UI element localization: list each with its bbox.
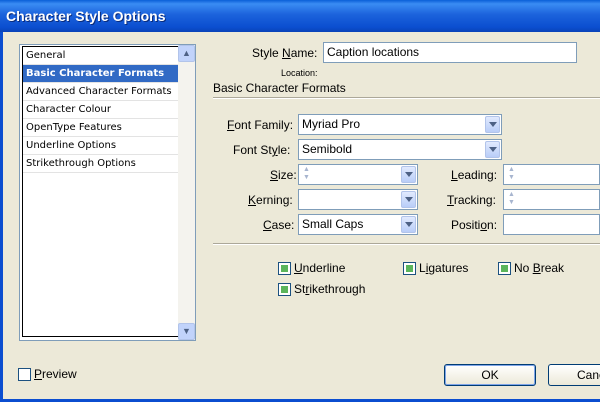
- case-label: Case:: [263, 218, 295, 232]
- style-name-input[interactable]: Caption locations: [323, 42, 577, 63]
- section-title: Basic Character Formats: [213, 81, 346, 95]
- font-style-label: Font Style:: [233, 143, 291, 157]
- stepper-down-icon: ▼: [508, 174, 515, 181]
- size-combobox[interactable]: ▲ ▼: [298, 164, 418, 185]
- location-label: Location:: [281, 68, 318, 78]
- style-name-label: Style Name:: [252, 46, 318, 60]
- tracking-combobox[interactable]: ▲ ▼: [503, 189, 600, 210]
- ok-button[interactable]: OK: [444, 364, 536, 386]
- underline-checkbox[interactable]: Underline: [278, 261, 358, 276]
- title-bar[interactable]: Character Style Options: [0, 0, 600, 32]
- chevron-down-icon[interactable]: [401, 191, 416, 208]
- category-list-scrollbar[interactable]: ▲ ▼: [178, 45, 195, 340]
- underline-label: Underline: [294, 261, 346, 275]
- category-item-general[interactable]: General: [23, 47, 178, 65]
- checkbox-box[interactable]: [278, 283, 291, 296]
- section-divider-top: [213, 97, 600, 99]
- scroll-down-button[interactable]: ▼: [178, 323, 195, 340]
- position-label: Position:: [451, 218, 498, 232]
- chevron-down-icon[interactable]: [485, 141, 500, 158]
- chevron-down-icon[interactable]: [401, 216, 416, 233]
- leading-combobox[interactable]: ▲ ▼: [503, 164, 600, 185]
- category-item-character-colour[interactable]: Character Colour: [23, 101, 178, 119]
- case-value: Small Caps: [302, 217, 364, 231]
- preview-checkbox[interactable]: Preview: [18, 367, 98, 382]
- checkbox-box[interactable]: [498, 262, 511, 275]
- window-title: Character Style Options: [6, 8, 166, 24]
- category-item-underline-options[interactable]: Underline Options: [23, 137, 178, 155]
- category-item-basic-character-formats[interactable]: Basic Character Formats: [23, 65, 178, 83]
- font-family-label: Font Family:: [227, 118, 294, 132]
- category-item-strikethrough-options[interactable]: Strikethrough Options: [23, 155, 178, 173]
- font-family-dropdown[interactable]: Myriad Pro: [298, 114, 502, 135]
- leading-stepper[interactable]: ▲ ▼: [506, 166, 517, 183]
- preview-label: Preview: [34, 367, 77, 381]
- category-item-advanced-character-formats[interactable]: Advanced Character Formats: [23, 83, 178, 101]
- kerning-combobox[interactable]: [298, 189, 418, 210]
- chevron-down-icon[interactable]: [401, 166, 416, 183]
- checkbox-box[interactable]: [278, 262, 291, 275]
- chevron-down-icon[interactable]: [485, 116, 500, 133]
- category-list[interactable]: General Basic Character Formats Advanced…: [19, 44, 196, 341]
- font-family-value: Myriad Pro: [302, 117, 361, 131]
- category-list-items: General Basic Character Formats Advanced…: [22, 46, 179, 337]
- tracking-stepper[interactable]: ▲ ▼: [506, 191, 517, 208]
- checkbox-box[interactable]: [403, 262, 416, 275]
- strikethrough-label: Strikethrough: [294, 282, 366, 296]
- chevron-down-icon: ▼: [182, 326, 191, 336]
- size-stepper[interactable]: ▲ ▼: [301, 166, 312, 183]
- stepper-down-icon: ▼: [508, 199, 515, 206]
- ligatures-checkbox[interactable]: Ligatures: [403, 261, 483, 276]
- leading-label: Leading:: [451, 168, 498, 182]
- font-style-value: Semibold: [302, 142, 353, 156]
- dialog-window: Character Style Options General Basic Ch…: [0, 0, 600, 402]
- kerning-label: Kerning:: [248, 193, 293, 207]
- checkbox-box[interactable]: [18, 368, 31, 381]
- cancel-button[interactable]: Canc: [548, 364, 600, 386]
- stepper-up-icon: ▲: [303, 166, 310, 173]
- case-dropdown[interactable]: Small Caps: [298, 214, 418, 235]
- ligatures-label: Ligatures: [419, 261, 469, 275]
- no-break-label: No Break: [514, 261, 565, 275]
- chevron-up-icon: ▲: [182, 48, 191, 58]
- stepper-up-icon: ▲: [508, 166, 515, 173]
- category-item-opentype-features[interactable]: OpenType Features: [23, 119, 178, 137]
- window-frame-left: [0, 32, 3, 402]
- no-break-checkbox[interactable]: No Break: [498, 261, 578, 276]
- size-label: Size:: [270, 168, 297, 182]
- section-divider-bottom: [213, 243, 600, 245]
- position-dropdown[interactable]: [503, 214, 600, 235]
- tracking-label: Tracking:: [447, 193, 496, 207]
- strikethrough-checkbox[interactable]: Strikethrough: [278, 282, 378, 297]
- stepper-up-icon: ▲: [508, 191, 515, 198]
- scroll-up-button[interactable]: ▲: [178, 45, 195, 62]
- font-style-dropdown[interactable]: Semibold: [298, 139, 502, 160]
- stepper-down-icon: ▼: [303, 174, 310, 181]
